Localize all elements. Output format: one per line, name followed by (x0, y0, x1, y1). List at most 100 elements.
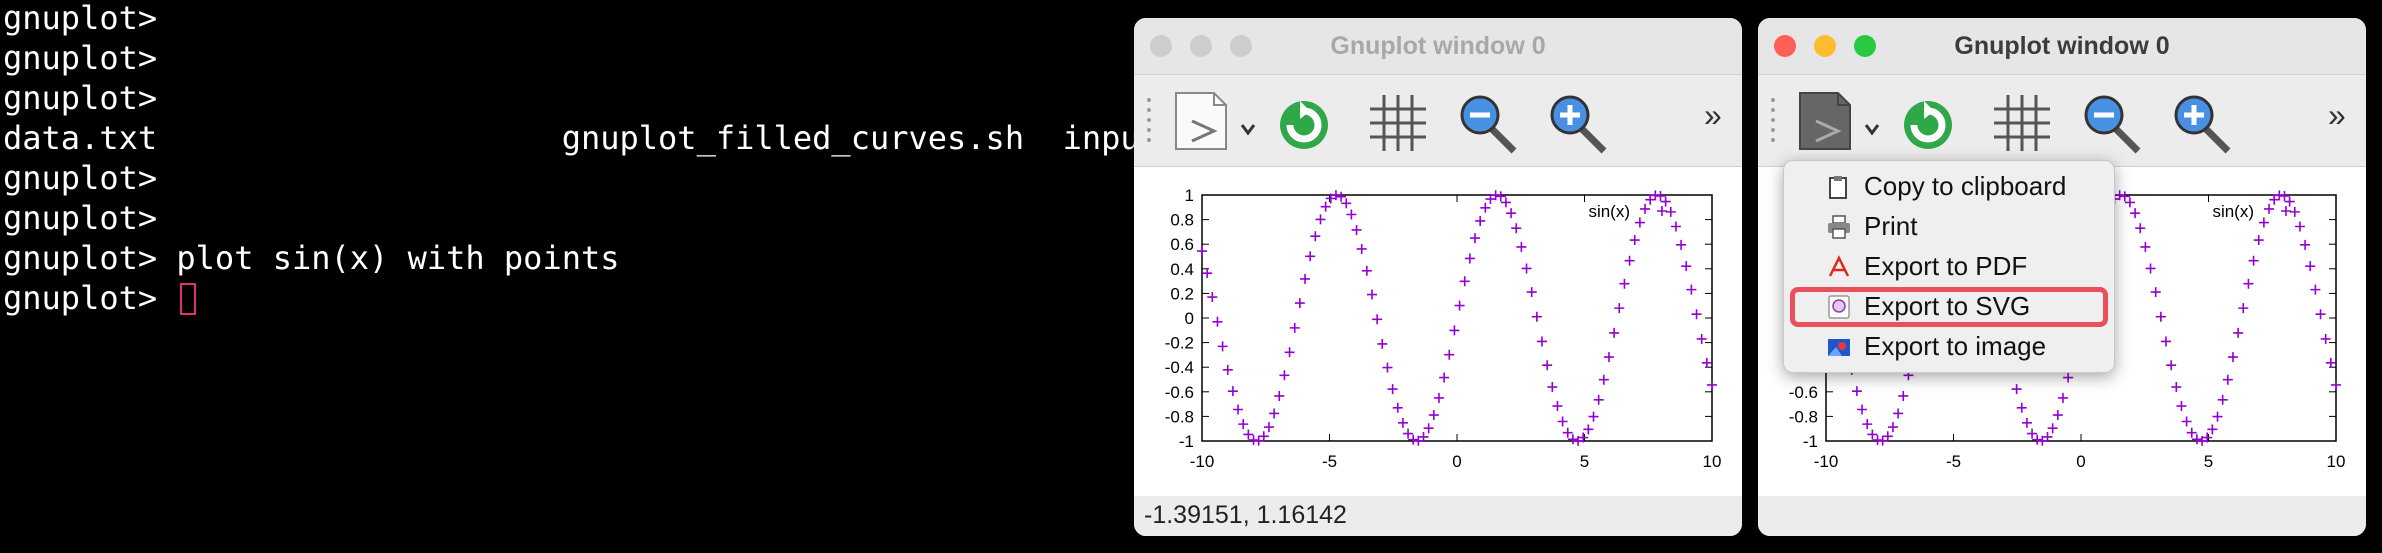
y-tick-label: -0.2 (1165, 334, 1194, 353)
data-point (1356, 243, 1367, 254)
data-point (1670, 221, 1681, 232)
data-point (2145, 263, 2156, 274)
plot-frame (1201, 194, 1713, 442)
data-point (1898, 390, 1909, 401)
data-point (1506, 208, 1517, 219)
gnuplot-window-left[interactable]: Gnuplot window 0 » 1 0.8 0.6 0.4 0.2 0 -0.2 -0.… (1134, 18, 1742, 536)
data-point (2161, 336, 2171, 347)
zoom-out-icon[interactable] (2080, 91, 2144, 155)
terminal-line: gnuplot> (3, 79, 158, 117)
prompt-text: gnuplot> (3, 279, 177, 317)
data-point (1609, 327, 1620, 338)
sin-plot: 1 0.8 0.6 0.4 0.2 0 -0.2 -0.4 -0.6 -0.8 -1-10 -5 0 5 1… (1165, 186, 1722, 471)
data-point (2325, 357, 2336, 368)
export-dropdown-menu: Copy to clipboard Print Export to PDF Ex… (1783, 160, 2115, 373)
plot-area[interactable]: 1 0.8 0.6 0.4 0.2 0 -0.2 -0.4 -0.6 -0.8 -1-10 -5 0 5 1… (1134, 166, 1742, 498)
x-tick-label: 10 (1703, 452, 1722, 471)
data-point (1707, 379, 1717, 390)
data-point (1346, 209, 1357, 220)
data-point (1392, 402, 1403, 413)
menu-item-export-to-image[interactable]: Export to image (1784, 326, 2114, 366)
data-point (1444, 349, 1455, 360)
data-point (1593, 394, 1604, 405)
data-point (1640, 203, 1651, 214)
data-point (2011, 384, 2022, 395)
x-tick-label: 5 (1580, 452, 1589, 471)
y-tick-label: 0.4 (1170, 260, 1194, 279)
data-point (1521, 263, 1532, 274)
menu-item-label: Export to PDF (1864, 251, 2028, 281)
data-point (2264, 203, 2275, 214)
data-point (2212, 411, 2223, 422)
terminal-line: gnuplot> (3, 0, 158, 37)
data-point (1542, 360, 1553, 371)
terminal[interactable]: gnuplot> gnuplot> gnuplot> data.txt gnup… (0, 0, 1236, 553)
data-point (1263, 422, 1274, 433)
data-point (1459, 276, 1470, 287)
data-point (2119, 191, 2130, 202)
status-bar (1758, 496, 2366, 536)
menu-item-print[interactable]: Print (1784, 206, 2114, 246)
grid-icon[interactable] (1366, 91, 1430, 155)
data-point (1197, 246, 1207, 257)
export-menu-icon[interactable] (1794, 89, 1886, 153)
menu-item-export-to-pdf[interactable]: Export to PDF (1784, 246, 2114, 286)
data-point (1367, 289, 1377, 300)
grid-icon[interactable] (1990, 91, 2054, 155)
data-point (2310, 284, 2321, 295)
menu-item-label: Export to image (1864, 331, 2047, 361)
data-point (1433, 392, 1444, 403)
data-point (1857, 404, 1868, 415)
terminal-prompt-line[interactable]: gnuplot> (3, 278, 197, 318)
zoom-out-icon[interactable] (1456, 91, 1520, 155)
data-point (1377, 338, 1388, 349)
window-titlebar[interactable]: Gnuplot window 0 (1134, 18, 1742, 75)
x-tick-label: -5 (1946, 452, 1961, 471)
zoom-in-icon[interactable] (1546, 91, 1610, 155)
data-point (1423, 423, 1434, 434)
x-tick-label: 0 (2076, 452, 2085, 471)
window-title: Gnuplot window 0 (1330, 32, 1546, 60)
data-point (2331, 379, 2341, 390)
export-menu-icon[interactable] (1170, 89, 1262, 153)
data-point (2238, 303, 2249, 314)
data-point (2021, 417, 2032, 428)
data-point (2150, 287, 2161, 298)
menu-item-copy-to-clipboard[interactable]: Copy to clipboard (1784, 166, 2114, 206)
zoom-in-icon[interactable] (2170, 91, 2234, 155)
data-point (1665, 206, 1676, 217)
data-point (2032, 434, 2043, 445)
data-point (2057, 392, 2068, 403)
window-titlebar[interactable]: Gnuplot window 0 (1758, 18, 2366, 75)
terminal-line: gnuplot> (3, 159, 158, 197)
replot-icon[interactable] (1896, 91, 1960, 155)
legend-label: sin(x) (2212, 202, 2254, 221)
toolbar-overflow-button[interactable]: » (1704, 97, 1722, 134)
replot-icon[interactable] (1272, 91, 1336, 155)
data-point (1681, 261, 1692, 272)
cursor-coordinates: -1.39151, 1.16142 (1144, 501, 1347, 529)
data-point (1233, 404, 1244, 415)
data-point (2176, 401, 2187, 412)
data-point (1274, 390, 1285, 401)
data-point (1480, 202, 1491, 213)
data-point (1403, 428, 1414, 439)
data-point (1243, 429, 1254, 440)
data-point (2140, 241, 2151, 252)
data-point (1475, 215, 1486, 226)
data-point (1562, 427, 1573, 438)
data-point (2217, 394, 2228, 405)
terminal-line: gnuplot> plot sin(x) with points (3, 239, 620, 277)
data-point (1547, 382, 1558, 393)
toolbar-overflow-button[interactable]: » (2328, 97, 2346, 134)
export-to-svg-highlight (1790, 287, 2108, 327)
data-point (1212, 316, 1223, 327)
data-point (1351, 224, 1362, 235)
data-point (1660, 196, 1671, 207)
data-point (2243, 278, 2254, 289)
printer-icon (1828, 215, 1850, 239)
data-point (1629, 235, 1640, 246)
y-tick-label: 0.2 (1170, 284, 1194, 303)
data-point (1531, 311, 1542, 322)
y-tick-label: -1 (1179, 432, 1194, 451)
